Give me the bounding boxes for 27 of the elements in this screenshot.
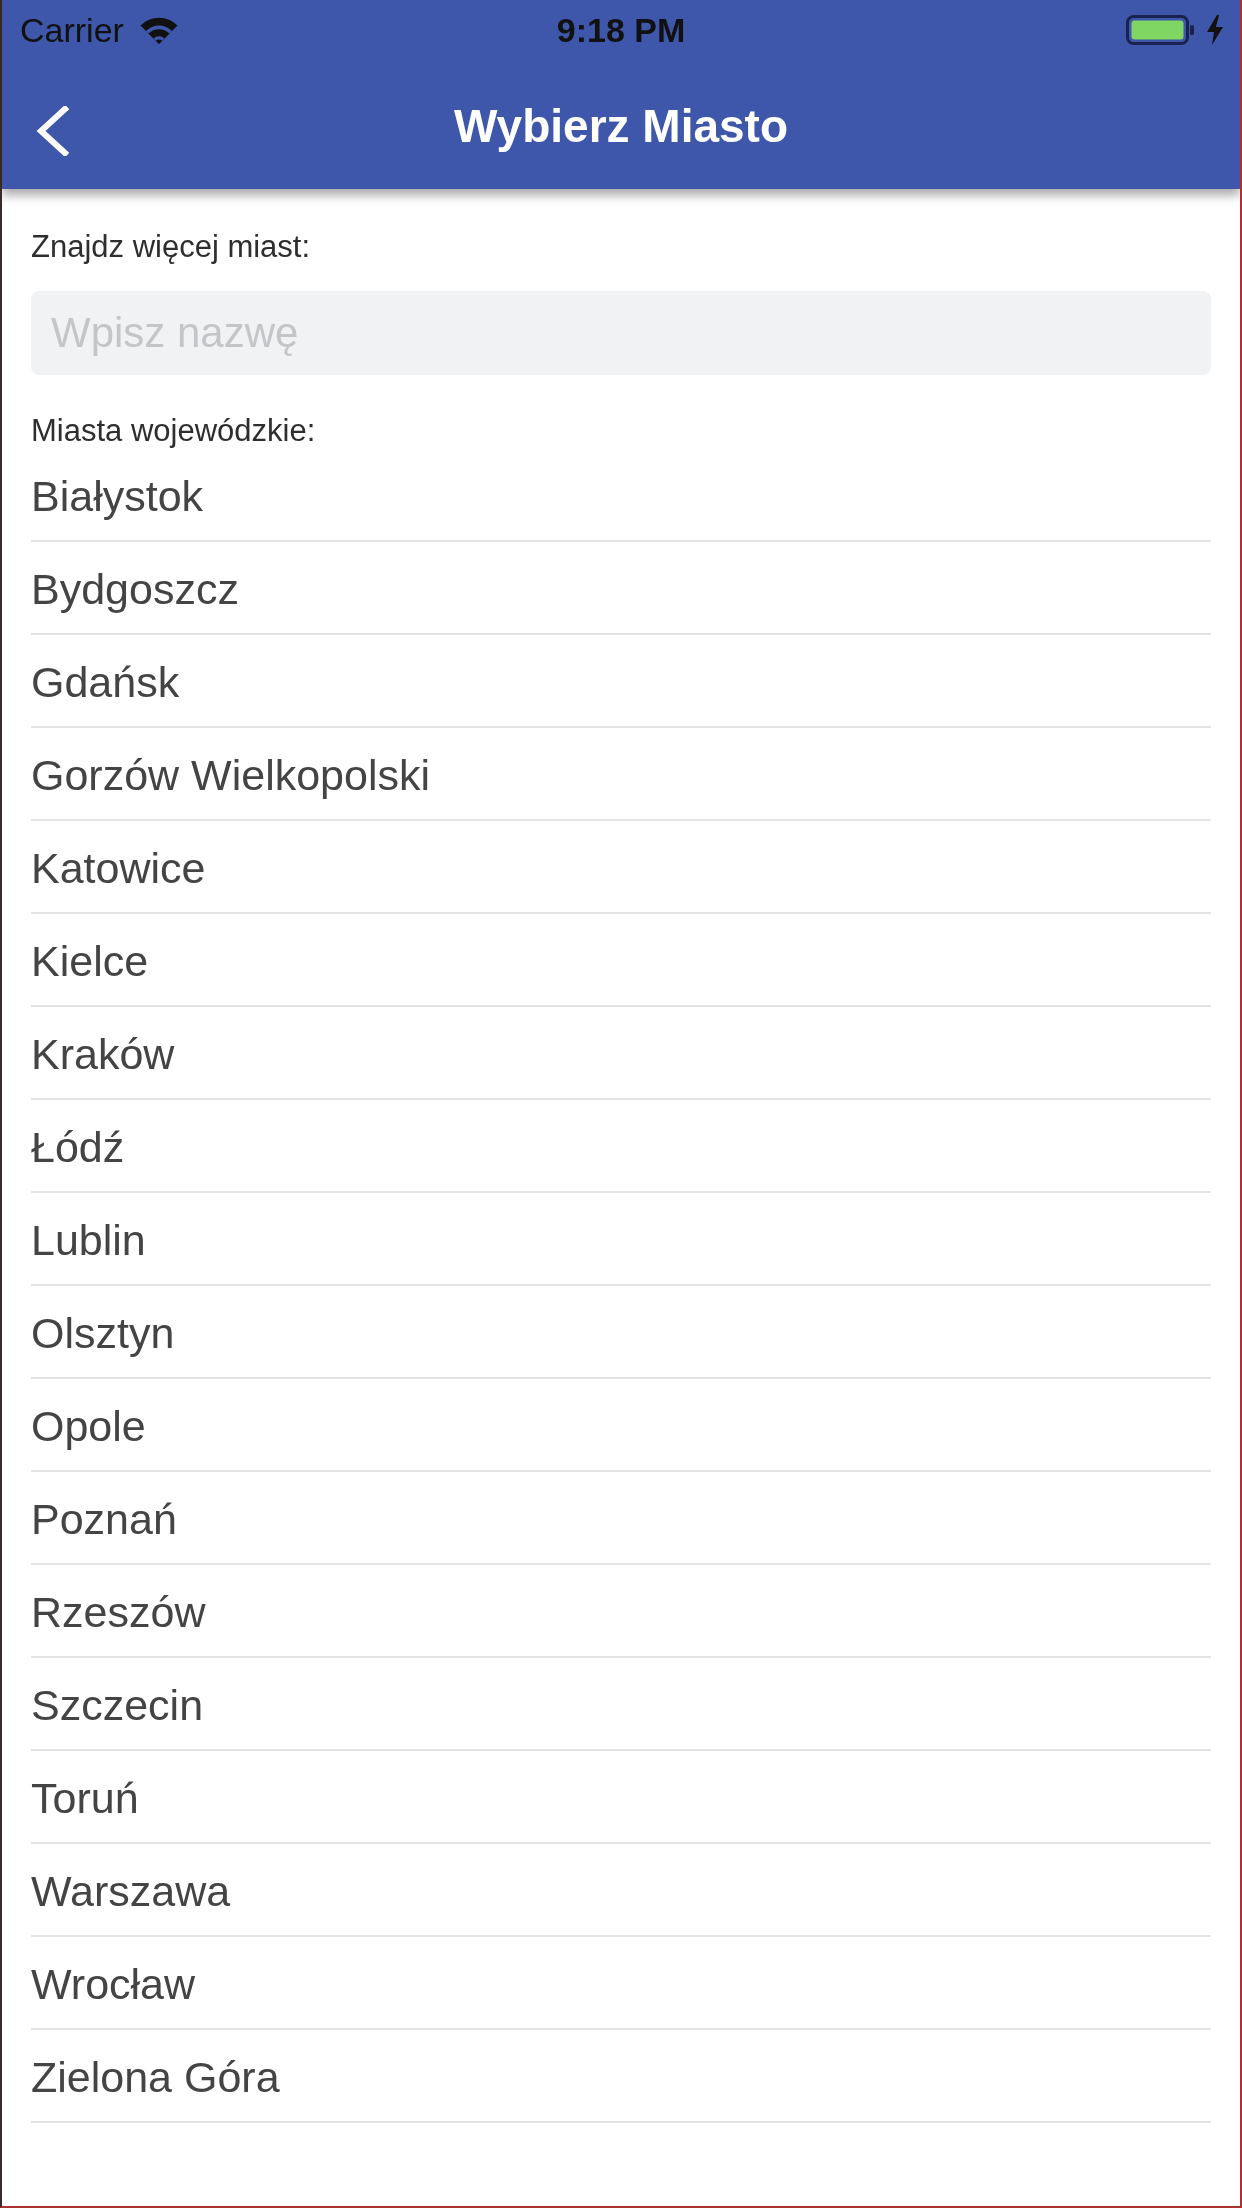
city-list-item[interactable]: Szczecin [31,1658,1211,1751]
city-list-item[interactable]: Warszawa [31,1844,1211,1937]
status-time: 9:18 PM [556,10,686,50]
city-list-item[interactable]: Łódź [31,1100,1211,1193]
battery-icon [1126,15,1196,45]
city-list-item[interactable]: Białystok [31,449,1211,542]
section-label: Miasta wojewódzkie: [31,413,316,449]
city-list-item[interactable]: Bydgoszcz [31,542,1211,635]
chevron-left-icon [34,106,70,156]
city-list-item[interactable]: Katowice [31,821,1211,914]
city-list-item[interactable]: Kraków [31,1007,1211,1100]
city-list-item[interactable]: Kielce [31,914,1211,1007]
city-list-item[interactable]: Gdańsk [31,635,1211,728]
field-label: Znajdz więcej miast: [31,228,311,266]
city-list-item[interactable]: Toruń [31,1751,1211,1844]
city-list-item[interactable]: Gorzów Wielkopolski [31,728,1211,821]
city-list-item[interactable]: Poznań [31,1472,1211,1565]
city-list-item[interactable]: Olsztyn [31,1286,1211,1379]
city-list-item[interactable]: Wrocław [31,1937,1211,2030]
carrier-label: Carrier [20,10,124,50]
charging-bolt-icon [1206,15,1224,45]
nav-title: Wybierz Miasto [454,98,788,154]
city-list-item[interactable]: Opole [31,1379,1211,1472]
city-list-item[interactable]: Zielona Góra [31,2030,1211,2123]
city-list-item[interactable]: Rzeszów [31,1565,1211,1658]
city-list-item[interactable]: Lublin [31,1193,1211,1286]
wifi-icon [139,16,178,44]
